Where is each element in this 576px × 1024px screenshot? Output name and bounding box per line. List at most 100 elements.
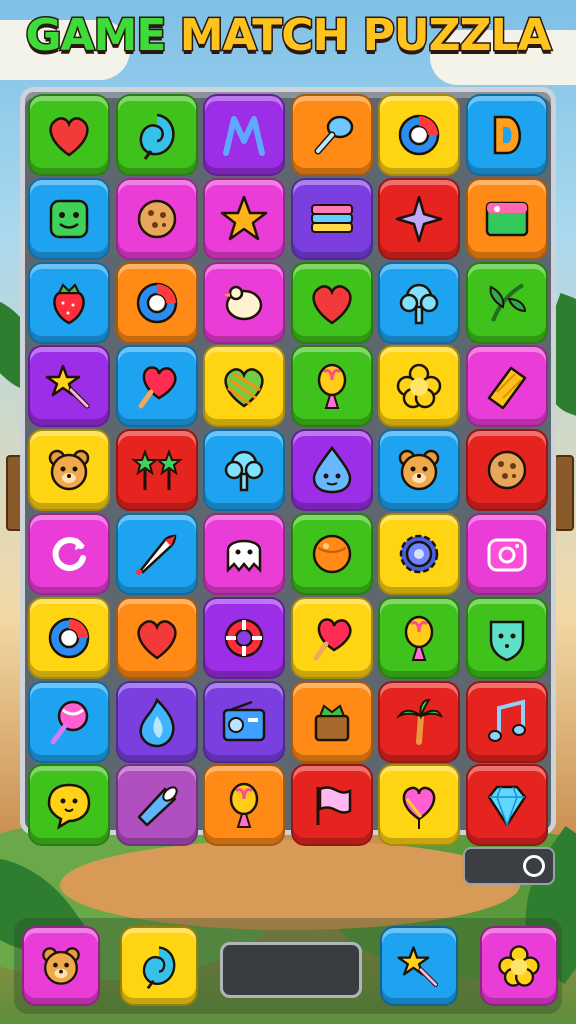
balloon-icon: [317, 364, 346, 410]
powerup-leaf-button[interactable]: [120, 926, 198, 1006]
tile-r7-c3[interactable]: [203, 596, 285, 679]
toggle-switch[interactable]: [463, 847, 555, 885]
tile-r8-c3[interactable]: [203, 680, 285, 763]
tile-r1-c4[interactable]: [290, 94, 373, 176]
powerup-flower-button[interactable]: [480, 926, 558, 1006]
lifebuoy-icon: [224, 618, 264, 658]
tile-r6-c4[interactable]: [290, 513, 373, 595]
tile-r4-c1[interactable]: [28, 345, 110, 428]
ghost-icon: [226, 539, 262, 574]
tile-r5-c3[interactable]: [203, 429, 285, 512]
ring-icon: [136, 282, 177, 323]
tree-icon: [224, 450, 264, 492]
heart-lollipop-icon: [313, 618, 352, 661]
title-word-1: GAME: [24, 9, 168, 63]
letter-d-icon: [493, 115, 521, 155]
drumstick-icon: [314, 115, 353, 155]
letter-m-icon: [223, 116, 265, 156]
tile-r1-c1[interactable]: [28, 94, 110, 176]
tile-r2-c1[interactable]: [28, 177, 110, 260]
camera-icon: [487, 538, 526, 572]
tile-r2-c5[interactable]: [378, 177, 460, 260]
tile-r3-c4[interactable]: [290, 261, 373, 344]
title-word-3: PUZZLA: [361, 9, 553, 63]
tile-r3-c3[interactable]: [203, 261, 285, 344]
tile-r6-c2[interactable]: [115, 513, 198, 595]
tile-r8-c6[interactable]: [465, 680, 548, 763]
star-icon: [220, 195, 268, 241]
tile-r2-c2[interactable]: [115, 177, 198, 260]
smiley-square-icon: [49, 199, 89, 239]
tile-r9-c3[interactable]: [203, 764, 285, 847]
tile-r6-c3[interactable]: [203, 513, 285, 595]
tile-r8-c4[interactable]: [290, 680, 373, 763]
tile-r5-c6[interactable]: [465, 429, 548, 512]
ball-icon: [312, 534, 351, 574]
tile-r7-c1[interactable]: [28, 596, 110, 679]
tile-r5-c4[interactable]: [290, 429, 373, 512]
tile-r9-c6[interactable]: [465, 764, 548, 847]
powerup-bear-button[interactable]: [22, 926, 100, 1006]
heart-icon: [311, 284, 352, 325]
tile-r2-c3[interactable]: [203, 177, 285, 260]
chat-face-icon: [47, 784, 91, 831]
tile-r9-c5[interactable]: [378, 764, 460, 847]
palm-tree-icon: [396, 698, 443, 745]
tile-r9-c1[interactable]: [28, 764, 110, 847]
tile-r7-c2[interactable]: [115, 596, 198, 679]
powerup-star-button[interactable]: [380, 926, 458, 1006]
tile-r3-c5[interactable]: [378, 261, 460, 344]
tile-r7-c4[interactable]: [290, 596, 373, 679]
ring-icon: [48, 617, 90, 659]
game-board: [20, 87, 556, 847]
tile-r4-c3[interactable]: [203, 345, 285, 428]
tile-r3-c2[interactable]: [115, 261, 198, 344]
toggle-knob[interactable]: [523, 855, 545, 877]
tile-r5-c2[interactable]: [115, 429, 198, 512]
tile-r8-c5[interactable]: [378, 680, 460, 763]
bear-icon: [398, 449, 440, 491]
tile-r3-c6[interactable]: [465, 261, 548, 344]
tile-r1-c6[interactable]: [465, 94, 548, 176]
ground: [60, 840, 520, 930]
title-word-2: MATCH: [178, 9, 351, 63]
tile-r9-c4[interactable]: [290, 764, 373, 847]
lollipop-icon: [50, 700, 89, 745]
tile-r6-c6[interactable]: [465, 513, 548, 595]
tile-r7-c6[interactable]: [465, 596, 548, 679]
flower-icon: [396, 364, 442, 409]
heart-balloon-icon: [402, 787, 436, 830]
star-wand-icon: [45, 365, 90, 409]
balloon-icon: [229, 783, 259, 829]
tile-r2-c6[interactable]: [465, 177, 548, 260]
striped-heart-icon: [224, 368, 264, 408]
tile-r5-c5[interactable]: [378, 429, 460, 512]
tile-r6-c5[interactable]: [378, 513, 460, 595]
gem-icon: [487, 786, 526, 828]
droplet-face-icon: [312, 446, 351, 494]
tile-r4-c4[interactable]: [290, 345, 373, 428]
tile-r8-c1[interactable]: [28, 680, 110, 763]
cookie-icon: [487, 450, 526, 490]
tile-r7-c5[interactable]: [378, 596, 460, 679]
tile-r1-c2[interactable]: [115, 94, 198, 176]
tile-r4-c5[interactable]: [378, 345, 460, 428]
tile-r3-c1[interactable]: [28, 261, 110, 344]
tile-r8-c2[interactable]: [115, 680, 198, 763]
balloon-icon: [404, 615, 434, 661]
cake-icon: [314, 704, 349, 741]
picture-icon: [485, 201, 528, 237]
tile-r5-c1[interactable]: [28, 429, 110, 512]
tile-r4-c6[interactable]: [465, 345, 548, 428]
tile-r9-c2[interactable]: [115, 764, 198, 847]
tile-r1-c5[interactable]: [378, 94, 460, 176]
tile-r4-c2[interactable]: [115, 345, 198, 428]
tile-r2-c4[interactable]: [290, 177, 373, 260]
tile-r6-c1[interactable]: [28, 513, 110, 595]
flag-icon: [316, 786, 351, 826]
bear-icon: [42, 947, 80, 985]
flame-icon: [138, 697, 175, 747]
candy-bar-icon: [487, 367, 526, 410]
gear-icon: [399, 534, 439, 574]
tile-r1-c3[interactable]: [203, 94, 285, 176]
